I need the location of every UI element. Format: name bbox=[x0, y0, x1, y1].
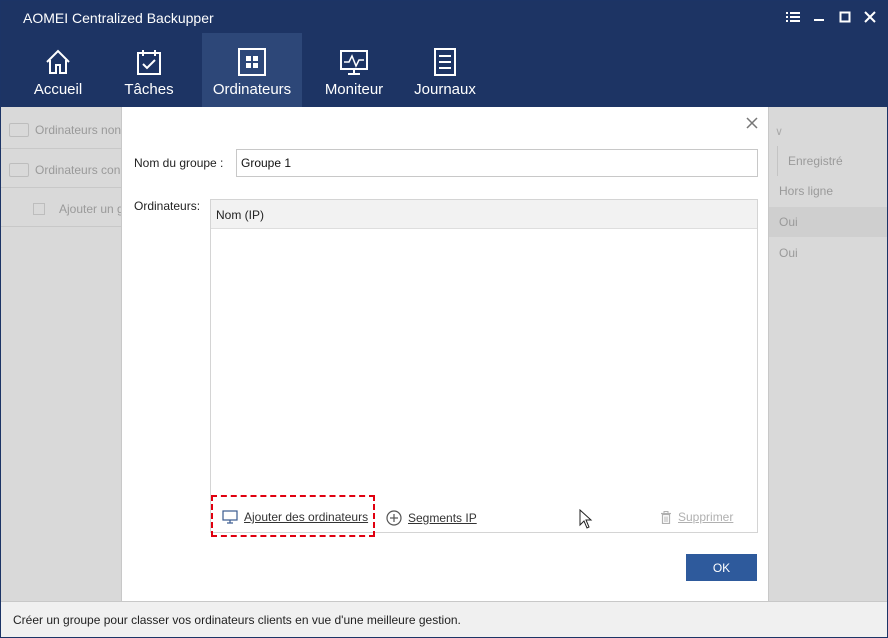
background-group-tree: Ordinateurs non Ordinateurs con Ajouter … bbox=[1, 107, 121, 601]
group-name-field[interactable] bbox=[236, 149, 758, 177]
group-name-label: Nom du groupe : bbox=[134, 156, 224, 170]
bg-table-cell: Oui bbox=[779, 246, 798, 260]
computers-label: Ordinateurs: bbox=[134, 199, 201, 213]
bg-table-cell: Hors ligne bbox=[779, 184, 834, 198]
create-group-dialog: Nom du groupe : Ordinateurs: Nom (IP) Aj… bbox=[121, 107, 769, 601]
ok-button[interactable]: OK bbox=[686, 554, 757, 581]
mouse-cursor-icon bbox=[579, 508, 593, 532]
nav-journaux[interactable]: Journaux bbox=[409, 33, 481, 107]
close-dialog-icon[interactable] bbox=[744, 115, 760, 131]
nav-taches[interactable]: Tâches bbox=[113, 33, 185, 107]
add-computers-button[interactable]: Ajouter des ordinateurs bbox=[222, 510, 368, 524]
bg-tree-item: Ordinateurs con bbox=[9, 159, 121, 181]
maximize-icon[interactable] bbox=[835, 7, 855, 27]
bg-tree-item: Ajouter un g bbox=[9, 198, 121, 220]
log-list-icon bbox=[430, 47, 460, 77]
bg-tree-item: Ordinateurs non bbox=[9, 119, 121, 141]
app-header: AOMEI Centralized Backupper Accueil Tâch… bbox=[1, 1, 887, 107]
nav-ordinateurs[interactable]: Ordinateurs bbox=[202, 33, 302, 107]
ip-segments-button[interactable]: Segments IP bbox=[386, 510, 477, 526]
monitor-chart-icon bbox=[339, 47, 369, 77]
plus-circle-icon bbox=[386, 510, 402, 526]
list-actions: Ajouter des ordinateurs Segments IP Supp… bbox=[210, 501, 758, 533]
calendar-check-icon bbox=[134, 47, 164, 77]
close-window-icon[interactable] bbox=[860, 7, 880, 27]
app-title: AOMEI Centralized Backupper bbox=[23, 10, 214, 26]
background-table: ∨ Enregistré Hors ligne Oui Oui bbox=[769, 107, 887, 601]
trash-icon bbox=[660, 510, 672, 524]
nav-moniteur[interactable]: Moniteur bbox=[319, 33, 389, 107]
minimize-icon[interactable] bbox=[809, 7, 829, 27]
status-bar: Créer un groupe pour classer vos ordinat… bbox=[1, 601, 887, 637]
app-window: AOMEI Centralized Backupper Accueil Tâch… bbox=[0, 0, 888, 638]
bg-column-header: Enregistré bbox=[777, 146, 887, 176]
nav-accueil[interactable]: Accueil bbox=[23, 33, 93, 107]
home-icon bbox=[43, 47, 73, 77]
main-nav: Accueil Tâches Ordinateurs Moniteur Jour… bbox=[1, 33, 501, 107]
computers-list[interactable]: Nom (IP) bbox=[210, 199, 758, 533]
menu-icon[interactable] bbox=[783, 7, 803, 27]
chevron-down-icon: ∨ bbox=[775, 126, 784, 138]
column-header-name-ip[interactable]: Nom (IP) bbox=[211, 200, 757, 229]
bg-table-cell: Oui bbox=[769, 207, 887, 237]
delete-button[interactable]: Supprimer bbox=[660, 510, 733, 524]
monitor-icon bbox=[222, 510, 238, 524]
windows-icon bbox=[237, 47, 267, 77]
